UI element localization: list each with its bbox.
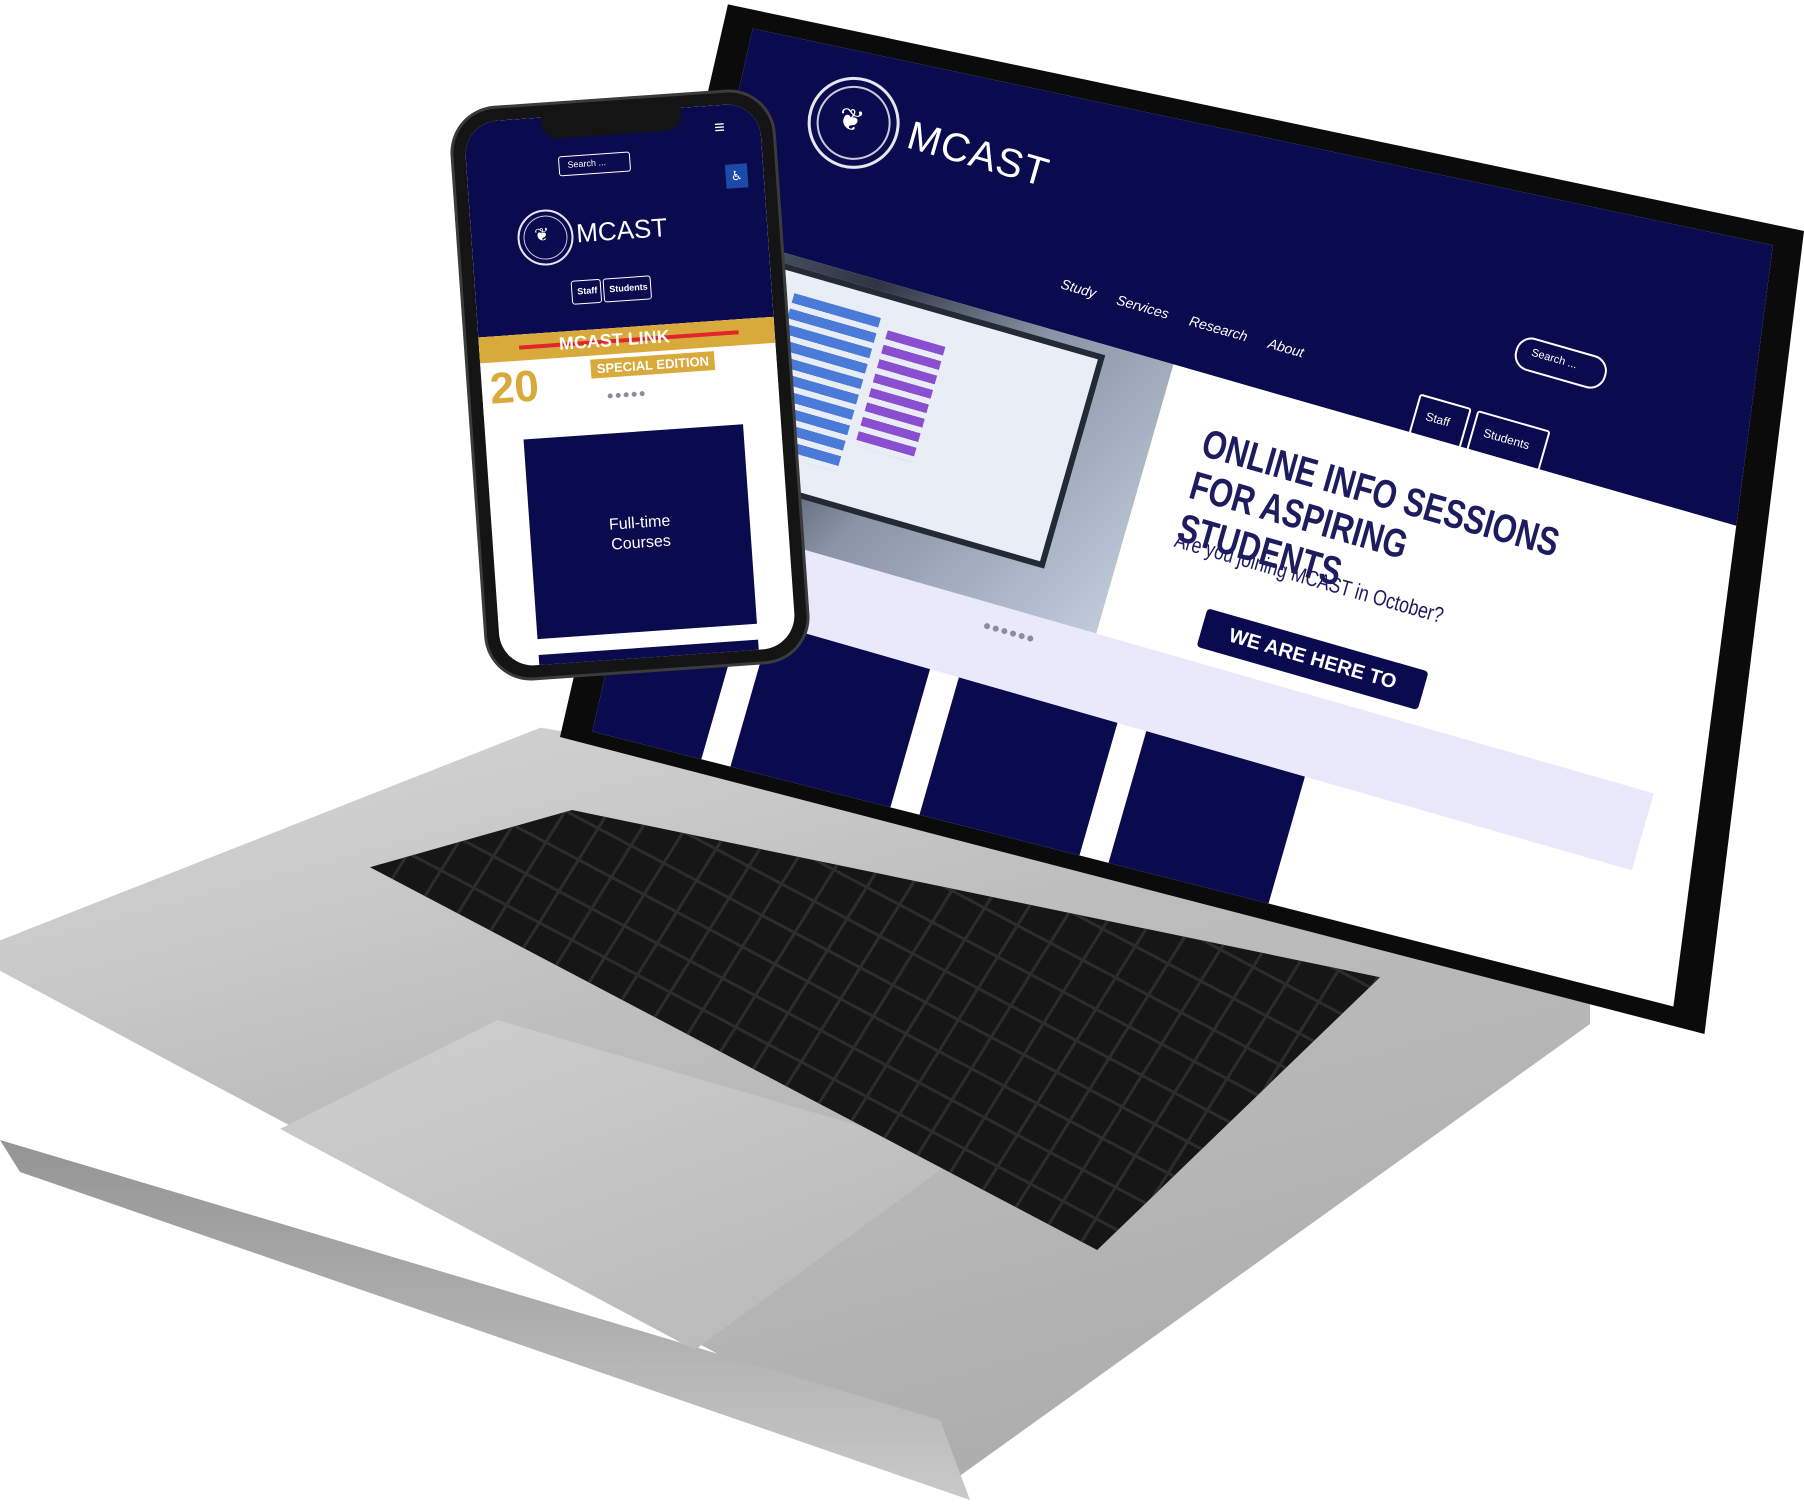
full-time-courses-card[interactable]: Full-time Courses: [523, 424, 757, 640]
bird-emblem-icon: ❦: [834, 101, 868, 140]
phone-staff-button[interactable]: Staff: [570, 278, 603, 305]
carousel-dot[interactable]: [1009, 629, 1017, 638]
phone-screen: ≡ Search ... ♿ ❦ MCAST Staff Students MC…: [463, 102, 797, 668]
students-button-label: Students: [1481, 425, 1532, 453]
phone-students-label: Students: [608, 281, 649, 295]
phone-accessibility-icon[interactable]: ♿: [724, 163, 749, 189]
phone-device: ≡ Search ... ♿ ❦ MCAST Staff Students MC…: [450, 89, 810, 681]
phone-students-button[interactable]: Students: [602, 275, 653, 303]
carousel-dot[interactable]: [631, 391, 637, 397]
carousel-dot[interactable]: [1000, 627, 1009, 635]
phone-search-placeholder: Search ...: [567, 157, 607, 170]
carousel-dot[interactable]: [983, 622, 991, 630]
banner-badge: SPECIAL EDITION: [590, 351, 716, 379]
carousel-dot[interactable]: [623, 392, 629, 398]
carousel-dot[interactable]: [1017, 632, 1026, 640]
full-time-courses-label: Full-time Courses: [608, 512, 672, 554]
phone-staff-label: Staff: [576, 285, 598, 297]
banner-number: 20: [488, 361, 541, 414]
search-placeholder: Search ...: [1529, 346, 1579, 372]
carousel-dot[interactable]: [607, 393, 613, 399]
staff-button-label: Staff: [1424, 409, 1452, 430]
carousel-dot[interactable]: [615, 392, 621, 399]
hamburger-menu-icon[interactable]: ≡: [714, 117, 726, 139]
carousel-dot[interactable]: [992, 624, 1000, 633]
phone-site-logo[interactable]: MCAST: [575, 212, 668, 249]
carousel-dot[interactable]: [639, 391, 645, 397]
bird-emblem-icon: ❦: [533, 224, 551, 246]
